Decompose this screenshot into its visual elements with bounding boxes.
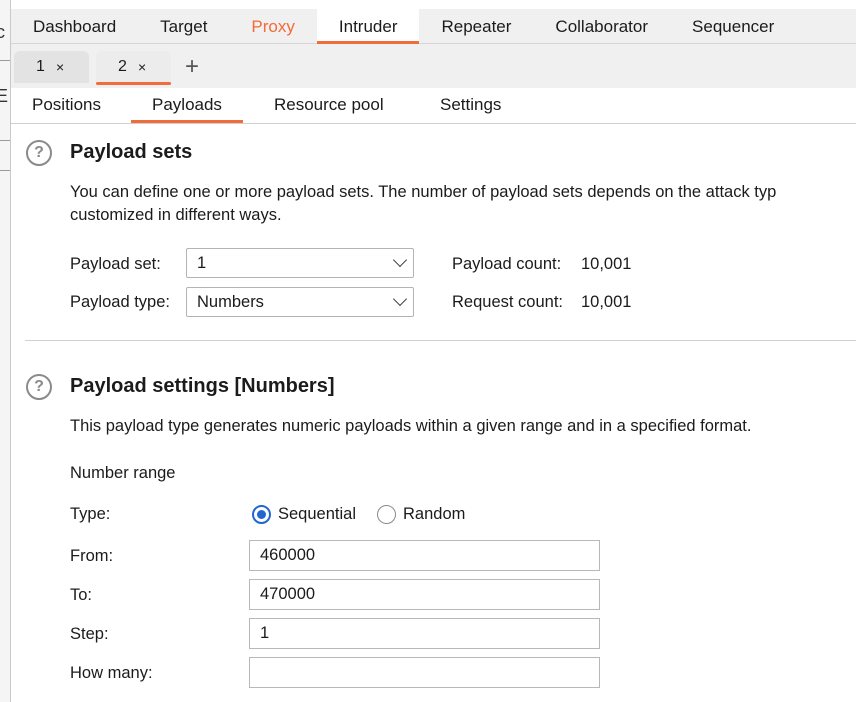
step-label: Step:	[70, 625, 109, 643]
payload-sets-description: You can define one or more payload sets.…	[70, 183, 777, 201]
to-label: To:	[70, 586, 93, 604]
attack-tab-label: 2	[118, 58, 127, 75]
sequential-label[interactable]: Sequential	[278, 505, 356, 524]
payload-settings-description: This payload type generates numeric payl…	[70, 417, 752, 435]
payload-count-value: 10,001	[581, 255, 632, 273]
payload-type-value: Numbers	[197, 293, 264, 311]
tab-intruder[interactable]: Intruder	[316, 9, 420, 44]
number-range-heading: Number range	[70, 464, 176, 482]
from-input[interactable]: 460000	[249, 540, 600, 571]
random-radio[interactable]	[377, 505, 396, 524]
tab-settings[interactable]: Settings	[419, 88, 522, 123]
tab-sequencer[interactable]: Sequencer	[670, 9, 796, 43]
how-many-input[interactable]	[249, 657, 600, 688]
section-divider	[25, 340, 856, 341]
help-icon[interactable]: ?	[26, 140, 52, 166]
payload-set-value: 1	[197, 254, 207, 272]
request-count-value: 10,001	[581, 293, 632, 311]
attack-tabs: 1 × 2 × +	[11, 44, 856, 88]
request-count-label: Request count:	[452, 293, 563, 311]
cut-off-glyph: c	[0, 22, 5, 43]
intruder-sub-tabs: Positions Payloads Resource pool Setting…	[11, 88, 856, 124]
close-icon[interactable]: ×	[56, 51, 64, 83]
tool-tabs: Dashboard Target Proxy Intruder Repeater…	[11, 9, 856, 44]
attack-tab-label: 1	[36, 58, 45, 75]
tab-proxy[interactable]: Proxy	[229, 9, 316, 43]
tab-target[interactable]: Target	[138, 9, 229, 43]
chevron-down-icon	[392, 252, 408, 268]
tab-positions[interactable]: Positions	[11, 88, 122, 123]
tab-repeater[interactable]: Repeater	[419, 9, 533, 43]
payload-sets-description-cont: customized in different ways.	[70, 206, 282, 224]
close-icon[interactable]: ×	[138, 51, 146, 83]
payload-set-label: Payload set:	[70, 255, 161, 273]
cut-off-glyph: E	[0, 86, 8, 107]
payload-settings-title: Payload settings [Numbers]	[70, 375, 335, 397]
step-input[interactable]: 1	[249, 618, 600, 649]
from-label: From:	[70, 547, 114, 565]
help-icon[interactable]: ?	[26, 374, 52, 400]
to-input[interactable]: 470000	[249, 579, 600, 610]
tab-collaborator[interactable]: Collaborator	[533, 9, 670, 43]
sequential-radio[interactable]	[252, 505, 271, 524]
tab-payloads[interactable]: Payloads	[131, 88, 243, 123]
payload-type-select[interactable]: Numbers	[186, 287, 414, 317]
left-panel-edge: c E	[0, 0, 11, 702]
random-label[interactable]: Random	[403, 505, 465, 524]
payload-set-select[interactable]: 1	[186, 248, 414, 278]
payload-count-label: Payload count:	[452, 255, 562, 273]
divider	[0, 140, 10, 141]
chevron-down-icon	[392, 291, 408, 307]
how-many-label: How many:	[70, 664, 153, 682]
payload-sets-title: Payload sets	[70, 141, 193, 163]
attack-tab-1[interactable]: 1 ×	[14, 51, 89, 83]
payload-type-label: Payload type:	[70, 293, 170, 311]
divider	[0, 60, 10, 61]
attack-tab-2[interactable]: 2 ×	[96, 51, 171, 85]
type-label: Type:	[70, 505, 111, 523]
tab-dashboard[interactable]: Dashboard	[11, 9, 138, 43]
add-tab-icon[interactable]: +	[185, 53, 199, 81]
tab-resource-pool[interactable]: Resource pool	[253, 88, 405, 123]
divider	[0, 170, 10, 171]
